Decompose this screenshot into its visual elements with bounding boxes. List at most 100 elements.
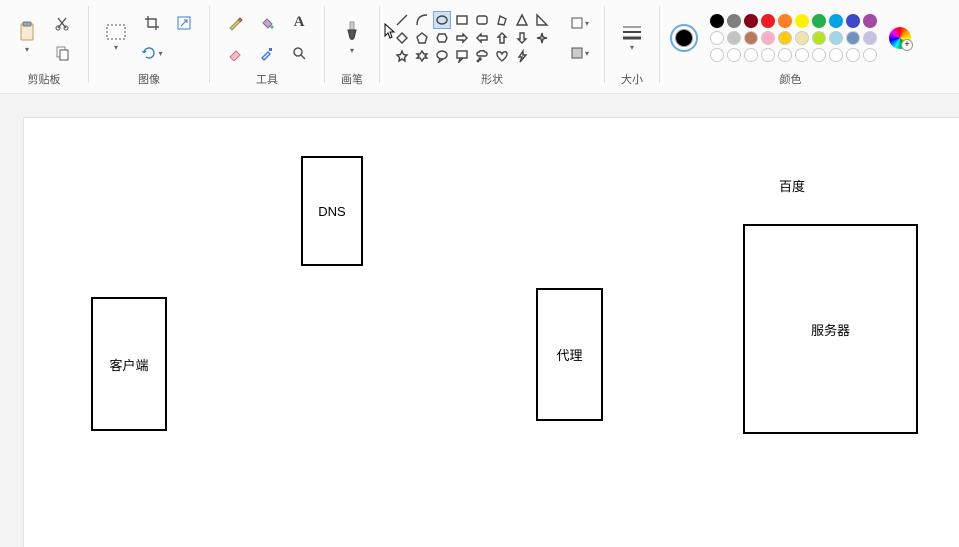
color-swatch-empty[interactable]	[812, 48, 826, 62]
color-swatch[interactable]	[829, 14, 843, 28]
shape-lightning-icon[interactable]	[514, 48, 530, 64]
color-swatch[interactable]	[846, 31, 860, 45]
color-swatch[interactable]	[761, 31, 775, 45]
color-swatch-empty[interactable]	[795, 48, 809, 62]
shape-callout-cloud-icon[interactable]	[474, 48, 490, 64]
color-swatch-empty[interactable]	[744, 48, 758, 62]
paste-icon	[17, 21, 37, 43]
color-swatch[interactable]	[795, 14, 809, 28]
color1-swatch	[675, 29, 693, 47]
group-label-brush: 画笔	[341, 71, 363, 91]
group-tools: A 工具	[214, 2, 320, 93]
fill-button[interactable]	[252, 9, 282, 37]
box-client-label: 客户端	[109, 355, 148, 374]
pencil-button[interactable]	[220, 9, 250, 37]
text-button[interactable]: A	[284, 9, 314, 37]
picker-icon	[259, 45, 275, 61]
crop-button[interactable]	[137, 9, 167, 37]
shape-arrow-left-icon[interactable]	[474, 30, 490, 46]
group-clipboard: ▾ 剪贴板	[4, 2, 84, 93]
resize-button[interactable]	[169, 9, 199, 37]
stroke-icon	[621, 23, 643, 41]
color-swatch[interactable]	[795, 31, 809, 45]
chevron-down-icon: ▾	[585, 49, 589, 58]
shape-gallery[interactable]	[390, 10, 554, 66]
color-swatch[interactable]	[846, 14, 860, 28]
shape-arrow-right-icon[interactable]	[454, 30, 470, 46]
color-swatch[interactable]	[778, 31, 792, 45]
copy-button[interactable]	[48, 39, 78, 67]
color-swatch-empty[interactable]	[761, 48, 775, 62]
chevron-down-icon: ▾	[25, 45, 29, 54]
color-swatch-empty[interactable]	[710, 48, 724, 62]
shape-heart-icon[interactable]	[494, 48, 510, 64]
color-swatch-empty[interactable]	[863, 48, 877, 62]
box-proxy-label: 代理	[556, 345, 582, 364]
color-swatch[interactable]	[863, 14, 877, 28]
shape-callout-round-icon[interactable]	[434, 48, 450, 64]
color-swatch-empty[interactable]	[778, 48, 792, 62]
color-swatch-empty[interactable]	[829, 48, 843, 62]
shape-fill-button[interactable]: ▾	[564, 39, 594, 67]
color-swatch[interactable]	[778, 14, 792, 28]
color-swatch[interactable]	[710, 14, 724, 28]
shape-roundrect-icon[interactable]	[474, 12, 490, 28]
shape-outline-button[interactable]: ▾	[564, 9, 594, 37]
box-server-label: 服务器	[811, 320, 850, 339]
color-swatch-empty[interactable]	[727, 48, 741, 62]
brush-button[interactable]: ▾	[335, 7, 369, 69]
picker-button[interactable]	[252, 39, 282, 67]
rotate-icon	[141, 45, 157, 61]
group-label-tools: 工具	[256, 71, 278, 91]
shape-arrow-down-icon[interactable]	[514, 30, 530, 46]
text-baidu: 百度	[779, 176, 805, 195]
text-icon: A	[294, 14, 305, 31]
brush-icon	[342, 20, 362, 44]
color-swatch[interactable]	[829, 31, 843, 45]
shape-rect-icon[interactable]	[454, 12, 470, 28]
group-label-image: 图像	[138, 71, 160, 91]
canvas[interactable]: 客户端 DNS 代理 百度 服务器	[24, 118, 959, 547]
shape-curve-icon[interactable]	[414, 12, 430, 28]
color-swatch[interactable]	[863, 31, 877, 45]
box-dns-label: DNS	[318, 204, 345, 219]
edit-colors-button[interactable]	[889, 27, 911, 49]
separator	[209, 6, 210, 83]
shape-line-icon[interactable]	[394, 12, 410, 28]
select-button[interactable]: ▾	[99, 7, 133, 69]
shape-diamond-icon[interactable]	[394, 30, 410, 46]
cut-button[interactable]	[48, 9, 78, 37]
shape-callout-rect-icon[interactable]	[454, 48, 470, 64]
copy-icon	[55, 45, 71, 61]
box-dns: DNS	[301, 156, 363, 266]
shape-6star-icon[interactable]	[414, 48, 430, 64]
shape-oval-icon[interactable]	[434, 12, 450, 28]
color-swatch[interactable]	[710, 31, 724, 45]
rotate-button[interactable]: ▾	[137, 39, 167, 67]
color-swatch-empty[interactable]	[846, 48, 860, 62]
shape-polygon-icon[interactable]	[494, 12, 510, 28]
color-swatch[interactable]	[727, 31, 741, 45]
eraser-button[interactable]	[220, 39, 250, 67]
group-size: ▾ 大小	[609, 2, 655, 93]
shape-4star-icon[interactable]	[534, 30, 550, 46]
paste-button[interactable]: ▾	[10, 7, 44, 69]
size-button[interactable]: ▾	[615, 7, 649, 69]
color-swatch[interactable]	[761, 14, 775, 28]
color-swatch[interactable]	[812, 31, 826, 45]
shape-hexagon-icon[interactable]	[434, 30, 450, 46]
shape-triangle-icon[interactable]	[514, 12, 530, 28]
magnifier-button[interactable]	[284, 39, 314, 67]
outline-icon	[569, 15, 585, 31]
color1-button[interactable]	[670, 24, 698, 52]
color-swatch[interactable]	[727, 14, 741, 28]
shape-arrow-up-icon[interactable]	[494, 30, 510, 46]
color-swatch[interactable]	[744, 31, 758, 45]
shape-5star-icon[interactable]	[394, 48, 410, 64]
chevron-down-icon: ▾	[630, 43, 634, 52]
color-swatch[interactable]	[812, 14, 826, 28]
color-swatch[interactable]	[744, 14, 758, 28]
eraser-icon	[227, 45, 243, 61]
shape-pentagon-icon[interactable]	[414, 30, 430, 46]
shape-right-triangle-icon[interactable]	[534, 12, 550, 28]
